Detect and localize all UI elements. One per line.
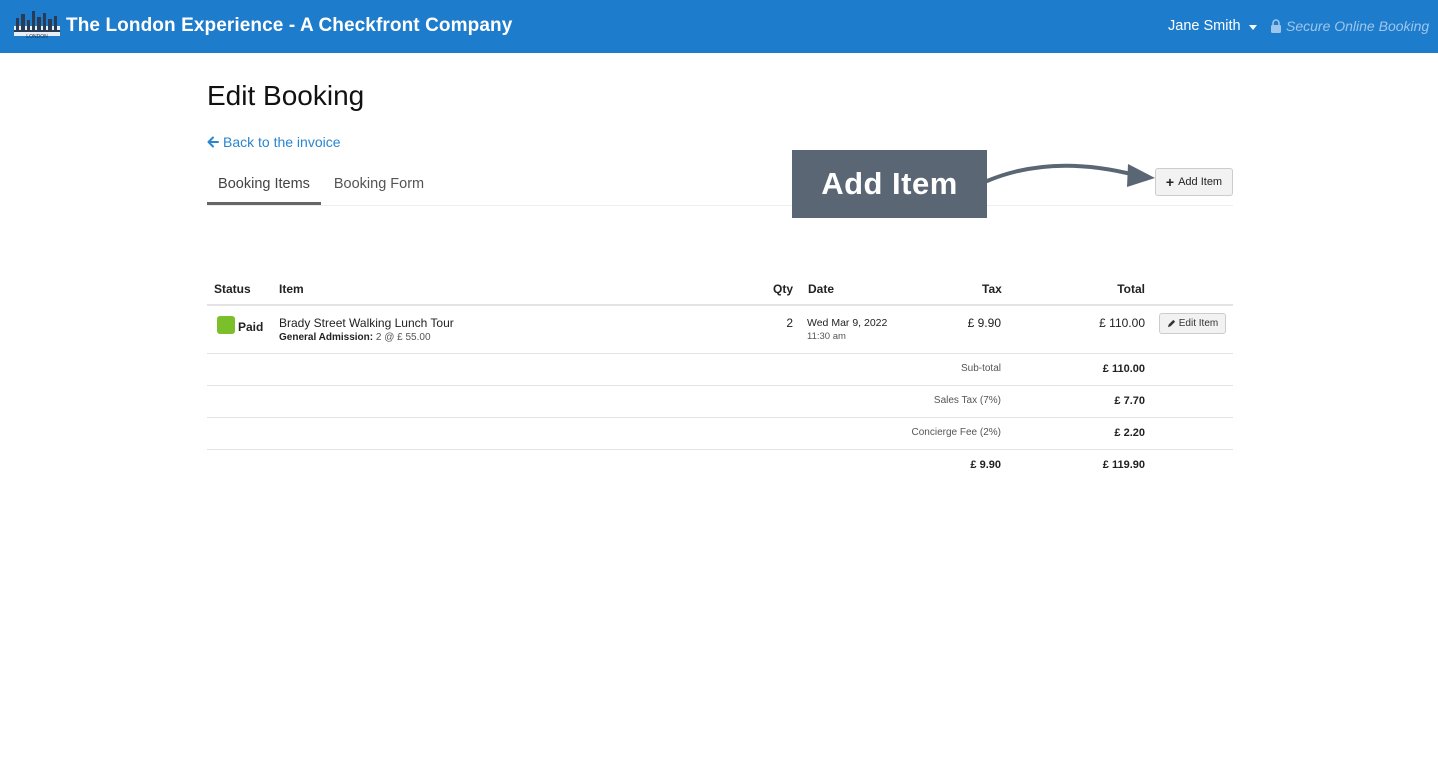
edit-item-button[interactable]: Edit Item xyxy=(1159,313,1226,334)
user-menu[interactable]: Jane Smith xyxy=(1168,18,1257,34)
row-divider xyxy=(207,449,1233,450)
sales-tax-value: £ 7.70 xyxy=(1114,395,1145,407)
column-header-item: Item xyxy=(279,282,304,296)
row-divider xyxy=(207,417,1233,418)
column-header-date: Date xyxy=(808,282,835,296)
add-item-button[interactable]: + Add Item xyxy=(1155,168,1233,196)
item-detail: General Admission: 2 @ £ 55.00 xyxy=(279,332,431,343)
grand-total-value: £ 119.90 xyxy=(1102,459,1145,471)
item-time: 11:30 am xyxy=(807,331,846,342)
item-total: £ 110.00 xyxy=(1099,316,1145,330)
plus-icon: + xyxy=(1165,174,1175,190)
subtotal-label: Sub-total xyxy=(960,363,1001,374)
tab-booking-items[interactable]: Booking Items xyxy=(207,164,321,205)
column-header-tax: Tax xyxy=(982,282,1002,296)
row-divider xyxy=(207,385,1233,386)
item-detail-label: General Admission: xyxy=(279,332,374,343)
callout-arrow-icon xyxy=(985,163,1155,187)
top-navbar: LONDON The London Experience - A Checkfr… xyxy=(0,0,1438,53)
back-to-invoice-link[interactable]: Back to the invoice xyxy=(207,134,341,150)
company-logo[interactable]: LONDON xyxy=(14,8,60,44)
item-name: Brady Street Walking Lunch Tour xyxy=(279,316,454,330)
concierge-fee-label: Concierge Fee (2%) xyxy=(911,427,1001,438)
item-detail-value: 2 @ £ 55.00 xyxy=(375,332,431,343)
caret-down-icon xyxy=(1248,24,1257,30)
column-header-status: Status xyxy=(214,282,251,296)
subtotal-value: £ 110.00 xyxy=(1102,363,1145,375)
arrow-left-icon xyxy=(207,136,219,148)
secure-booking-label: Secure Online Booking xyxy=(1270,18,1429,34)
sales-tax-label: Sales Tax (7%) xyxy=(933,395,1001,406)
page: LONDON The London Experience - A Checkfr… xyxy=(0,0,1438,762)
secure-booking-text: Secure Online Booking xyxy=(1286,18,1430,34)
user-name: Jane Smith xyxy=(1168,18,1241,34)
page-title: Edit Booking xyxy=(207,80,365,111)
total-tax-value: £ 9.90 xyxy=(970,459,1001,471)
add-item-label: Add Item xyxy=(1178,176,1223,188)
london-skyline-logo-icon: LONDON xyxy=(14,11,60,40)
column-header-total: Total xyxy=(1117,282,1145,296)
lock-icon xyxy=(1271,19,1281,33)
item-date: Wed Mar 9, 2022 xyxy=(807,317,888,329)
row-divider xyxy=(207,353,1233,354)
pencil-icon xyxy=(1167,319,1175,328)
tab-booking-form[interactable]: Booking Form xyxy=(323,164,435,205)
back-link-text: Back to the invoice xyxy=(223,134,341,150)
logo-text: LONDON xyxy=(26,34,48,40)
column-header-qty: Qty xyxy=(773,282,794,296)
table-header-divider xyxy=(207,304,1233,306)
concierge-fee-value: £ 2.20 xyxy=(1114,427,1145,439)
item-qty: 2 xyxy=(786,316,793,330)
edit-item-label: Edit Item xyxy=(1178,318,1219,329)
brand-title[interactable]: The London Experience - A Checkfront Com… xyxy=(66,15,512,37)
status-badge: Paid xyxy=(238,320,264,334)
paid-status-icon xyxy=(217,316,235,334)
item-tax: £ 9.90 xyxy=(967,316,1001,330)
add-item-callout: Add Item xyxy=(792,150,987,218)
